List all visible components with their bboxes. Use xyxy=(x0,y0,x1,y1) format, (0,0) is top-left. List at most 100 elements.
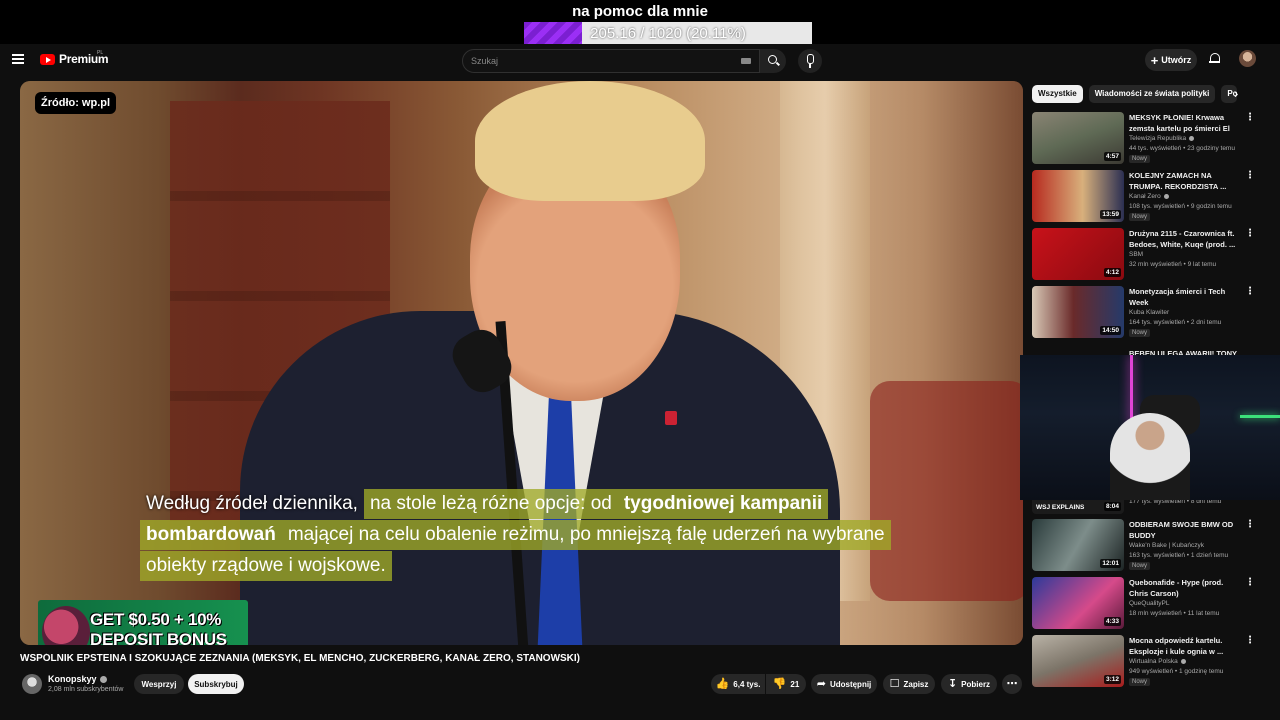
menu-icon[interactable] xyxy=(12,52,26,66)
recommendation-meta: 949 wyświetleń • 1 godzinę temu xyxy=(1129,668,1224,675)
region-code: PL xyxy=(97,50,104,56)
ad-mascot-image xyxy=(42,606,90,645)
save-button[interactable]: ☐ Zapisz xyxy=(883,674,935,694)
more-vertical-icon[interactable]: ⋮ xyxy=(1245,286,1255,297)
plus-icon: + xyxy=(1150,52,1159,68)
share-label: Udostępnij xyxy=(829,679,872,689)
dislike-button[interactable]: 👎 21 xyxy=(766,674,806,694)
new-badge: Nowy xyxy=(1129,155,1151,163)
like-button[interactable]: 👍 6,4 tys. xyxy=(711,674,765,694)
create-button[interactable]: + Utwórz xyxy=(1145,49,1197,71)
recommendation-item[interactable]: 14:50 Monetyzacja śmierci i Tech Week Kuba… xyxy=(1032,286,1272,338)
support-label: Wesprzyj xyxy=(141,679,177,689)
more-vertical-icon[interactable]: ⋮ xyxy=(1245,228,1255,239)
notifications-bell-icon[interactable] xyxy=(1209,52,1220,64)
masthead: Premium PL + Utwórz xyxy=(0,44,1280,76)
donation-title: na pomoc dla mnie xyxy=(572,3,708,20)
recommendation-thumbnail: 4:57 xyxy=(1032,112,1124,164)
video-player[interactable]: Źródło: wp.pl Według źródeł dziennika, na… xyxy=(20,81,1023,645)
recommendation-thumbnail: 3:12 xyxy=(1032,635,1124,687)
more-vertical-icon[interactable]: ⋮ xyxy=(1245,170,1255,181)
more-vertical-icon[interactable]: ⋮ xyxy=(1245,519,1255,530)
recommendation-item[interactable]: 4:57 MEKSYK PŁONIE! Krwawa zemsta kartelu… xyxy=(1032,112,1272,164)
video-duration: 13:59 xyxy=(1100,210,1121,219)
more-vertical-icon[interactable]: ⋮ xyxy=(1245,577,1255,588)
screen: na pomoc dla mnie 205.16 / 1020 (20.11%)… xyxy=(0,0,1280,720)
search-icon xyxy=(768,55,777,64)
recommendation-meta: 163 tys. wyświetleń • 1 dzień temu xyxy=(1129,552,1229,559)
download-button[interactable]: ↧ Pobierz xyxy=(941,674,997,694)
verified-icon xyxy=(1180,658,1186,664)
voice-search-icon[interactable] xyxy=(798,49,822,73)
recommendation-item[interactable]: 13:59 KOLEJNY ZAMACH NA TRUMPA. REKORDZIS… xyxy=(1032,170,1272,222)
ad-line-1: GET $0.50 + 10% xyxy=(90,610,222,629)
subscribe-button[interactable]: Subskrybuj xyxy=(188,674,244,694)
recommendation-item[interactable]: 3:12 Mocna odpowiedź kartelu. Eksplozje i… xyxy=(1032,635,1272,687)
account-avatar[interactable] xyxy=(1239,50,1256,67)
recommendation-channel: Telewizja Republika xyxy=(1129,135,1195,142)
recommendation-thumbnail: 4:33 xyxy=(1032,577,1124,629)
subtitle-line: bombardowań mającej na celu obalenie reż… xyxy=(140,520,920,550)
recommendation-thumbnail: 13:59 xyxy=(1032,170,1124,222)
channel-name: Kanał Zero xyxy=(1129,193,1161,200)
chip-all[interactable]: Wszystkie xyxy=(1032,85,1083,103)
support-button[interactable]: Wesprzyj xyxy=(134,674,184,694)
share-button[interactable]: ➦ Udostępnij xyxy=(811,674,877,694)
deposit-bonus-ad[interactable]: GET $0.50 + 10% DEPOSIT BONUS xyxy=(38,600,248,645)
more-actions-button[interactable]: ⋯ xyxy=(1002,674,1022,694)
create-label: Utwórz xyxy=(1161,55,1192,65)
more-vertical-icon[interactable]: ⋮ xyxy=(1245,112,1255,123)
recommendation-channel: Kanał Zero xyxy=(1129,193,1169,200)
recommendation-channel: Wake'n Bake | Kubańczyk xyxy=(1129,542,1204,549)
new-badge: Nowy xyxy=(1129,562,1151,570)
subscribe-label: Subskrybuj xyxy=(194,679,238,689)
channel-name: Konopskyy xyxy=(48,674,97,684)
new-badge: Nowy xyxy=(1129,329,1151,337)
channel-name: Wake'n Bake | Kubańczyk xyxy=(1129,542,1204,549)
recommendation-item[interactable]: 12:01 ODBIERAM SWOJE BMW OD BUDDY Wake'n B… xyxy=(1032,519,1272,571)
video-duration: 3:12 xyxy=(1103,675,1121,684)
subtitles: Według źródeł dziennika, na stole leżą ró… xyxy=(140,489,920,582)
bookmark-icon: ☐ xyxy=(889,677,900,690)
donation-progress-bar: 205.16 / 1020 (20.11%) xyxy=(524,22,812,44)
subtitle-segment: na stole leżą różne opcje: od xyxy=(363,489,618,519)
channel-name: Telewizja Republika xyxy=(1129,135,1187,142)
recommendation-meta: 164 tys. wyświetleń • 2 dni temu xyxy=(1129,319,1222,326)
webcam-neon-light xyxy=(1130,355,1133,425)
flag-pin xyxy=(665,411,677,425)
recommendation-title: ODBIERAM SWOJE BMW OD BUDDY xyxy=(1129,520,1234,540)
webcam-neon-light xyxy=(1240,415,1280,418)
recommendation-channel: Wirtualna Polska xyxy=(1129,658,1186,665)
thumb-up-icon: 👍 xyxy=(715,677,730,690)
verified-icon xyxy=(1163,193,1169,199)
recommendation-title: KOLEJNY ZAMACH NA TRUMPA. REKORDZISTA ..… xyxy=(1129,171,1227,191)
recommendation-item[interactable]: 4:33 Quebonafide - Hype (prod. Chris Cars… xyxy=(1032,577,1272,629)
source-tag: Źródło: wp.pl xyxy=(35,92,117,114)
more-vertical-icon[interactable]: ⋮ xyxy=(1245,635,1255,646)
recommendation-channel: SBM xyxy=(1129,251,1143,258)
channel-avatar[interactable] xyxy=(22,674,42,694)
recommendation-title: MEKSYK PŁONIE! Krwawa zemsta kartelu po … xyxy=(1129,113,1230,133)
streamer-webcam-overlay xyxy=(1020,355,1280,500)
subtitle-segment: bombardowań xyxy=(140,520,282,550)
subtitle-line: obiekty rządowe i wojskowe. xyxy=(140,551,920,581)
keyboard-icon[interactable] xyxy=(741,58,751,64)
search-button[interactable] xyxy=(760,49,786,73)
recommendation-item[interactable]: 4:12 Drużyna 2115 - Czarownica ft. Bedoes… xyxy=(1032,228,1272,280)
search-box xyxy=(462,49,760,73)
chevron-right-icon[interactable]: › xyxy=(1234,86,1238,101)
channel-name-row[interactable]: Konopskyy xyxy=(48,674,107,684)
video-title: WSPÓLNIK EPSTEINA I SZOKUJĄCE ZEZNANIA (… xyxy=(20,653,581,664)
channel-name: Wirtualna Polska xyxy=(1129,658,1178,665)
dislike-count: 21 xyxy=(790,679,800,689)
search-input[interactable] xyxy=(471,54,721,68)
subtitle-segment: mającej na celu obalenie reżimu, po mnie… xyxy=(281,520,891,550)
recommendation-thumbnail: 14:50 xyxy=(1032,286,1124,338)
partial-rec-label: WSJ EXPLAINS xyxy=(1036,504,1085,511)
recommendation-title: Mocna odpowiedź kartelu. Eksplozje i kul… xyxy=(1129,636,1224,656)
video-duration: 14:50 xyxy=(1100,326,1121,335)
subtitle-segment: tygodniowej kampanii xyxy=(617,489,829,519)
new-badge: Nowy xyxy=(1129,213,1151,221)
filter-chips: Wszystkie Wiadomości ze świata polityki … xyxy=(1032,85,1238,103)
chip-politics-news[interactable]: Wiadomości ze świata polityki xyxy=(1088,85,1216,103)
